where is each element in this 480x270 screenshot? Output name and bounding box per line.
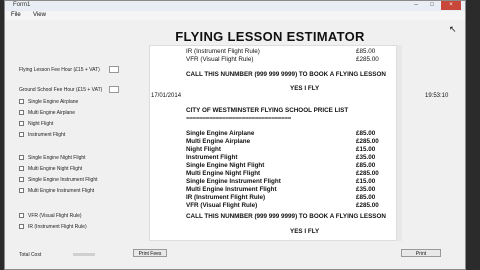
print-fees-button[interactable]: Print Fees (133, 249, 167, 257)
price-list-output[interactable]: IR (Instrument Flight Rule) £85.00 VFR (V… (149, 45, 397, 241)
checkbox-box[interactable] (19, 177, 24, 182)
total-cost-label: Total Cost (19, 252, 42, 258)
checkbox-box[interactable] (19, 99, 24, 104)
maximize-button[interactable]: □ (425, 1, 439, 10)
checkbox-box[interactable] (19, 155, 24, 160)
page-title: FLYING LESSON ESTIMATOR (175, 29, 365, 44)
mouse-cursor-icon: ↖ (449, 24, 457, 34)
close-button[interactable]: × (441, 1, 461, 10)
menu-view[interactable]: View (33, 12, 46, 18)
checkbox-box[interactable] (19, 224, 24, 229)
checkbox-box[interactable] (19, 110, 24, 115)
output-scrollbar[interactable] (397, 45, 402, 241)
minimize-button[interactable]: – (409, 1, 423, 10)
flying-rate-label: Flying Lesson Fee Hour (£15 + VAT) (19, 67, 100, 73)
flying-rate-input[interactable] (109, 66, 119, 73)
checkbox-box[interactable] (19, 188, 24, 193)
checkbox-box[interactable] (19, 132, 24, 137)
menu-file[interactable]: File (11, 12, 21, 18)
menu-bar: File View (5, 11, 465, 20)
checkbox-box[interactable] (19, 166, 24, 171)
app-window: Form1 – □ × File View FLYING LESSON ESTI… (4, 0, 466, 270)
divider: ================================ (186, 115, 291, 122)
yes-i-fly-line: YES I FLY (290, 85, 320, 92)
time-stamp: 19:53:10 (425, 93, 449, 99)
window-title: Form1 (13, 2, 31, 8)
ground-rate-label: Ground School Fee Hour (£15 + VAT) (19, 87, 103, 93)
total-cost-value (73, 253, 95, 256)
date-stamp: 17/01/2014 (151, 93, 182, 99)
booking-line: CALL THIS NUNMBER (999 999 9999) TO BOOK… (186, 213, 386, 220)
booking-line: CALL THIS NUNMBER (999 999 9999) TO BOOK… (186, 71, 386, 78)
ground-rate-input[interactable] (109, 86, 119, 93)
checkbox-box[interactable] (19, 121, 24, 126)
checkbox-box[interactable] (19, 213, 24, 218)
print-button[interactable]: Print (401, 249, 441, 257)
school-title: CITY OF WESTMINSTER FLYING SCHOOL PRICE … (186, 107, 349, 114)
title-bar: Form1 – □ × (5, 1, 465, 11)
yes-i-fly-line: YES I FLY (290, 228, 320, 235)
